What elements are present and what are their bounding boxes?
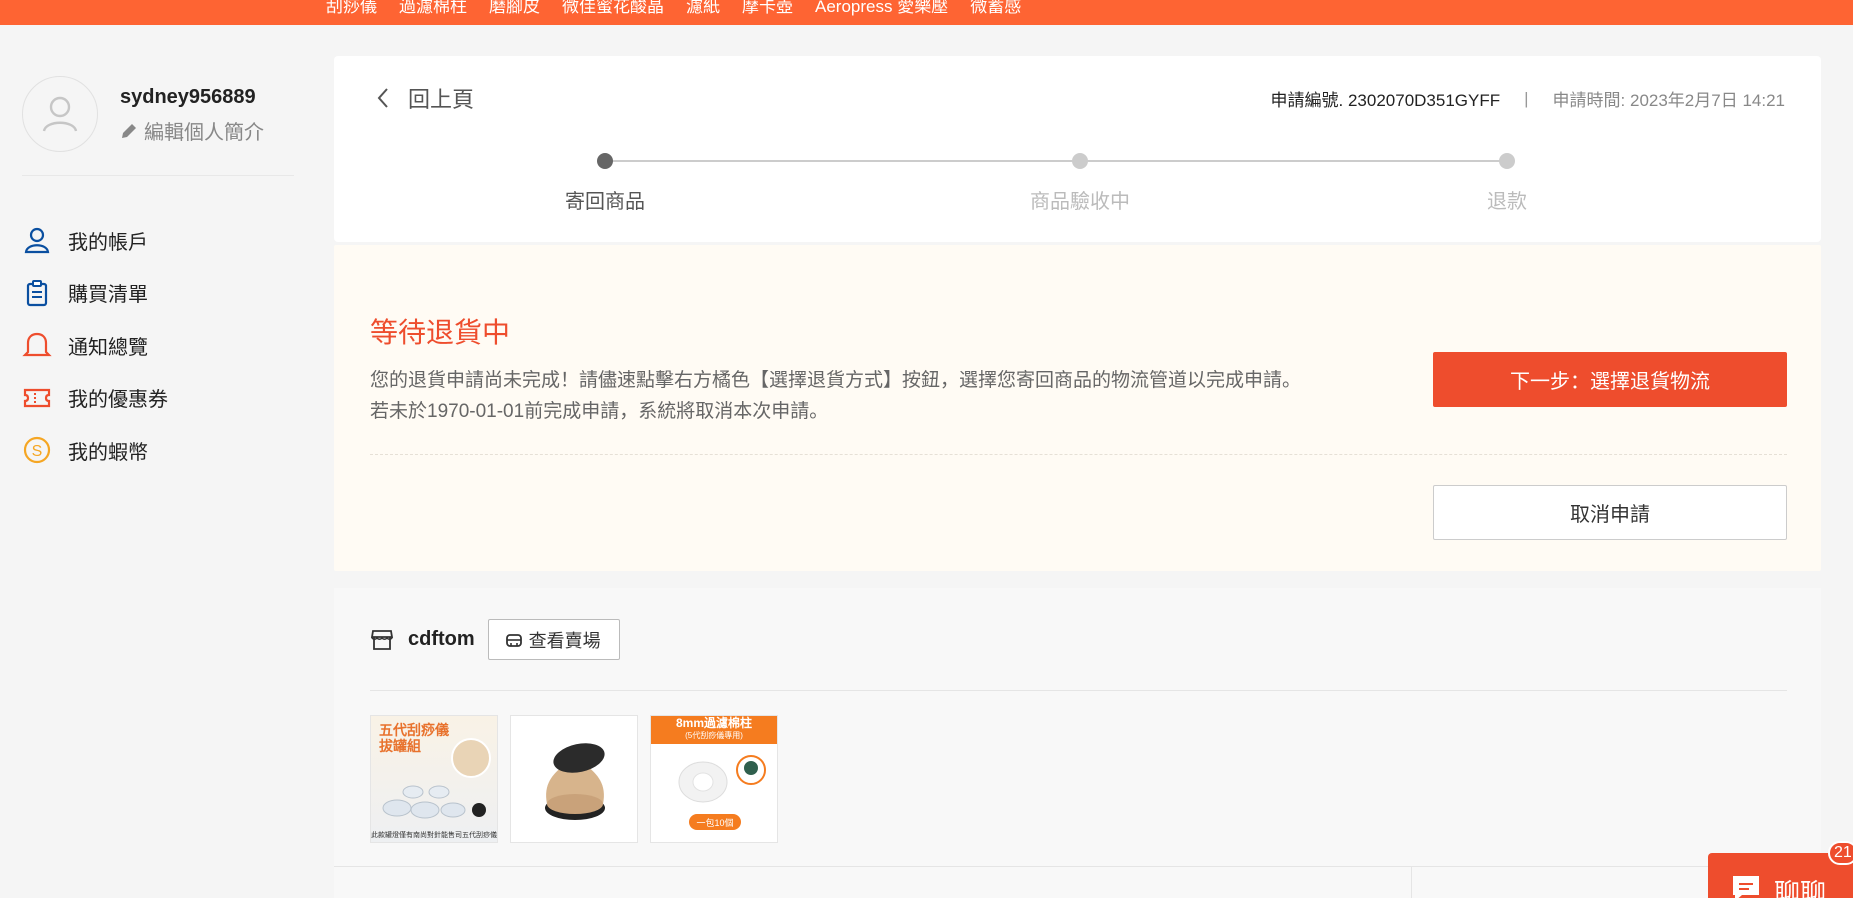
username: sydney956889: [120, 86, 256, 108]
massager-illustration: [545, 743, 605, 820]
sidebar-item-label: 我的蝦幣: [68, 441, 148, 464]
product-thumbnail[interactable]: 五代刮痧儀 拔罐組 此款罐燈僅有南尚對針能售司五代刮痧儀: [370, 715, 498, 843]
progress-stepper: 寄回商品 商品驗收中 退款: [334, 56, 1821, 242]
product-thumbnail[interactable]: 8mm過濾棉柱 (5代刮痧儀專用) 一包10個: [650, 715, 778, 843]
step-dot-2: [1072, 153, 1088, 169]
step-label-1: 寄回商品: [565, 191, 645, 213]
step-label-3: 退款: [1487, 191, 1527, 213]
avatar-placeholder-icon: [42, 96, 78, 132]
coin-icon: S: [22, 435, 52, 465]
filter-illustration: [678, 755, 766, 803]
store-icon: [505, 633, 522, 647]
thumb-subtitle: (5代刮痧儀專用): [685, 731, 743, 740]
step-dot-1: [597, 153, 613, 169]
sidebar-item-label: 我的帳戶: [68, 231, 148, 254]
bell-icon: [22, 330, 52, 360]
thumb-pack-label: 一包10個: [689, 814, 741, 830]
status-description-line1: 您的退貨申請尚未完成！請儘速點擊右方橘色【選擇退貨方式】按鈕，選擇您寄回商品的物…: [370, 370, 1302, 391]
step-label-2: 商品驗收中: [1030, 191, 1130, 213]
edit-profile-label: 編輯個人簡介: [144, 122, 264, 144]
chat-icon: [1733, 876, 1759, 898]
pencil-icon: [122, 123, 136, 138]
sidebar-item-coins[interactable]: S 我的蝦幣: [22, 424, 168, 477]
cancel-request-button[interactable]: 取消申請: [1433, 485, 1787, 540]
top-link[interactable]: 微佳蜜花酸晶: [562, 0, 664, 17]
shop-name[interactable]: cdftom: [408, 628, 475, 651]
clipboard-icon: [22, 278, 52, 308]
sidebar-item-label: 購買清單: [68, 284, 148, 307]
shop-icon: [370, 629, 394, 650]
user-icon: [22, 225, 52, 255]
top-link[interactable]: 磨腳皮: [489, 0, 540, 17]
top-link[interactable]: 微蓄感: [970, 0, 1021, 17]
svg-text:S: S: [32, 443, 43, 460]
choose-return-shipping-button[interactable]: 下一步：選擇退貨物流: [1433, 352, 1787, 407]
view-shop-label: 查看賣場: [528, 630, 601, 651]
return-status-card: 等待退貨中 您的退貨申請尚未完成！請儘速點擊右方橘色【選擇退貨方式】按鈕，選擇您…: [334, 245, 1821, 571]
sidebar-item-label: 通知總覽: [68, 336, 148, 359]
cups-illustration: [382, 785, 486, 819]
product-thumbnails: 五代刮痧儀 拔罐組 此款罐燈僅有南尚對針能售司五代刮痧儀 8mm過濾棉柱 (5代…: [370, 715, 778, 843]
thumb-header-banner: 8mm過濾棉柱 (5代刮痧儀專用): [651, 716, 777, 744]
step-dot-3: [1499, 153, 1515, 169]
thumb-title-line1: 五代刮痧儀: [379, 722, 449, 738]
top-link[interactable]: Aeropress 愛樂壓: [815, 0, 948, 17]
top-link[interactable]: 過濾棉柱: [399, 0, 467, 17]
ticket-icon: [22, 383, 52, 413]
thumb-title: 五代刮痧儀 拔罐組: [379, 722, 449, 754]
product-thumbnail[interactable]: [510, 715, 638, 843]
stepper-line: [605, 160, 1507, 162]
sidebar-item-label: 我的優惠券: [68, 389, 168, 412]
shop-divider: [370, 690, 1787, 691]
top-nav-bar: 刮痧儀 過濾棉柱 磨腳皮 微佳蜜花酸晶 濾紙 摩卡壺 Aeropress 愛樂壓…: [0, 0, 1853, 25]
edit-profile-link[interactable]: 編輯個人簡介: [120, 116, 264, 145]
sidebar-divider: [22, 175, 294, 176]
thumb-title: 8mm過濾棉柱: [675, 716, 752, 730]
thumb-footer: 此款罐燈僅有南尚對針能售司五代刮痧儀: [371, 832, 497, 839]
chat-unread-badge: 21: [1828, 841, 1853, 865]
top-link[interactable]: 摩卡壺: [742, 0, 793, 17]
status-title: 等待退貨中: [370, 317, 511, 348]
sidebar-nav: 我的帳戶 購買清單 通知總覽 我的優惠券 S 我的蝦幣: [22, 214, 168, 477]
top-link[interactable]: 刮痧儀: [326, 0, 377, 17]
shop-column-divider: [1411, 866, 1412, 898]
product-badge-image: [451, 738, 491, 778]
top-search-links: 刮痧儀 過濾棉柱 磨腳皮 微佳蜜花酸晶 濾紙 摩卡壺 Aeropress 愛樂壓…: [326, 0, 1021, 17]
status-description-line2: 若未於1970-01-01前完成申請，系統將取消本次申請。: [370, 401, 829, 422]
sidebar-item-vouchers[interactable]: 我的優惠券: [22, 372, 168, 425]
return-progress-card: 回上頁 申請編號. 2302070D351GYFF | 申請時間: 2023年2…: [334, 56, 1821, 242]
avatar[interactable]: [22, 76, 98, 152]
sidebar-item-account[interactable]: 我的帳戶: [22, 214, 168, 267]
status-divider: [370, 454, 1787, 455]
chat-label: 聊聊: [1774, 878, 1827, 898]
shop-card: cdftom 查看賣場 五代刮痧儀 拔罐組 此款罐燈僅有南尚對針能售司五代刮痧儀…: [334, 588, 1821, 898]
thumb-title-line2: 拔罐組: [379, 738, 421, 754]
sidebar-item-purchases[interactable]: 購買清單: [22, 267, 168, 320]
shop-bottom-divider: [334, 866, 1821, 867]
view-shop-button[interactable]: 查看賣場: [487, 619, 620, 660]
top-link[interactable]: 濾紙: [686, 0, 720, 17]
sidebar-item-notifications[interactable]: 通知總覽: [22, 319, 168, 372]
shop-header: cdftom 查看賣場: [370, 619, 620, 660]
status-description: 您的退貨申請尚未完成！請儘速點擊右方橘色【選擇退貨方式】按鈕，選擇您寄回商品的物…: [370, 365, 1400, 427]
